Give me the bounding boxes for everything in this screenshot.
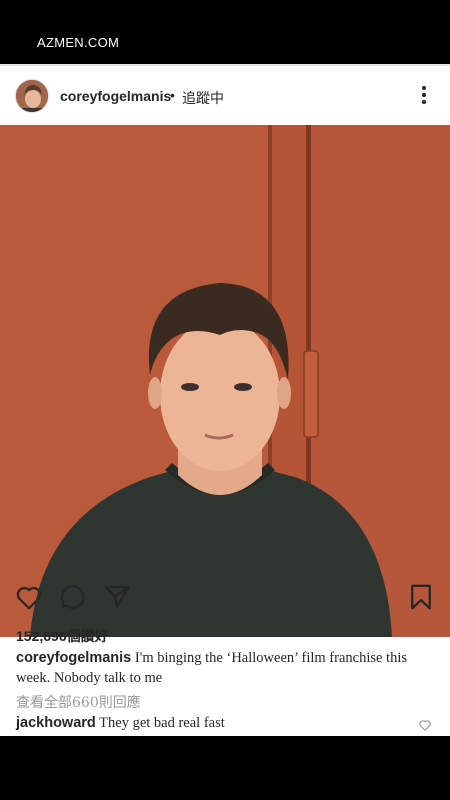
following-status[interactable]: 追蹤中 (182, 88, 224, 108)
bottom-bar (0, 736, 450, 800)
comment-username[interactable]: jackhoward (16, 715, 96, 731)
likes-suffix: 個讚好 (66, 629, 109, 645)
instagram-post: coreyfogelmanis • 追蹤中 152,696個讚好 coreyfo… (0, 64, 450, 736)
caption-username[interactable]: coreyfogelmanis (16, 650, 131, 666)
portrait-image (0, 125, 450, 637)
bookmark-icon[interactable] (406, 582, 436, 612)
post-actions (0, 582, 450, 626)
site-watermark: AZMEN.COM (37, 35, 120, 50)
post-username[interactable]: coreyfogelmanis (60, 88, 171, 104)
send-icon[interactable] (102, 582, 132, 612)
post-caption: coreyfogelmanis I'm binging the ‘Hallowe… (16, 648, 431, 688)
post-header: coreyfogelmanis • 追蹤中 (0, 66, 450, 126)
post-photo[interactable] (0, 125, 450, 637)
view-all-comments-link[interactable]: 查看全部660則回應 (16, 692, 141, 712)
likes-count[interactable]: 152,696個讚好 (16, 626, 109, 646)
comment-row: jackhoward They get bad real fast (16, 715, 225, 732)
avatar[interactable] (15, 79, 49, 113)
comment-icon[interactable] (58, 582, 88, 612)
comment-like-heart-icon[interactable] (418, 718, 432, 732)
avatar-image (16, 80, 48, 112)
top-bar: AZMEN.COM (0, 0, 450, 64)
like-heart-icon[interactable] (14, 582, 44, 612)
comment-text: They get bad real fast (99, 715, 225, 731)
separator-dot: • (170, 87, 175, 103)
more-options-icon[interactable] (416, 84, 432, 108)
likes-number: 152,696 (16, 628, 67, 644)
